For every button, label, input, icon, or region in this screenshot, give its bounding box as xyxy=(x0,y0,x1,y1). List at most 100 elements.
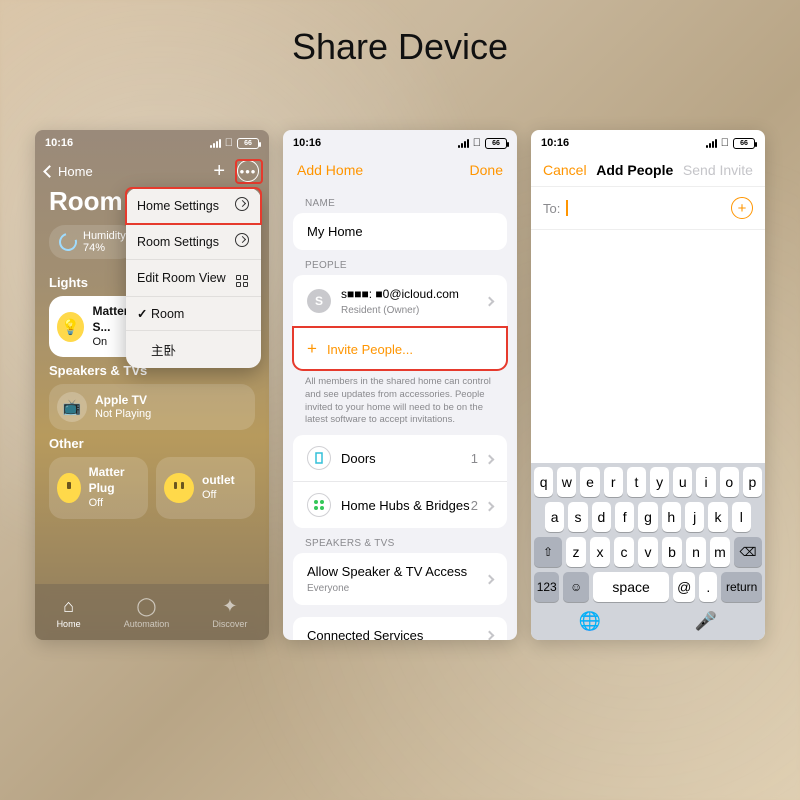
key-j[interactable]: j xyxy=(685,502,704,532)
wifi-icon: 􀙇 xyxy=(721,137,729,149)
space-key[interactable]: space xyxy=(593,572,669,602)
key-v[interactable]: v xyxy=(638,537,658,567)
add-contact-button[interactable]: + xyxy=(731,197,753,219)
status-time: 10:16 xyxy=(293,137,321,149)
key-e[interactable]: e xyxy=(580,467,599,497)
key-z[interactable]: z xyxy=(566,537,586,567)
delete-key[interactable]: ⌫ xyxy=(734,537,762,567)
key-o[interactable]: o xyxy=(720,467,739,497)
done-button[interactable]: Done xyxy=(470,162,503,178)
doors-row[interactable]: Doors 1 xyxy=(293,435,507,481)
battery-icon: 66 xyxy=(237,138,259,149)
menu-bedroom[interactable]: 主卧 xyxy=(126,331,261,368)
context-menu: Home Settings Room Settings Edit Room Vi… xyxy=(126,188,261,368)
key-g[interactable]: g xyxy=(638,502,657,532)
key-a[interactable]: a xyxy=(545,502,564,532)
menu-room-settings[interactable]: Room Settings xyxy=(126,224,261,260)
key-k[interactable]: k xyxy=(708,502,727,532)
chevron-right-icon xyxy=(485,454,495,464)
check-icon xyxy=(137,307,147,321)
key-x[interactable]: x xyxy=(590,537,610,567)
key-n[interactable]: n xyxy=(686,537,706,567)
status-bar: 10:16 􀙇 66 xyxy=(283,130,517,156)
tab-discover[interactable]: ✦Discover xyxy=(212,596,247,629)
plug-icon xyxy=(57,473,81,503)
phone-add-people: 10:16 􀙇 66 Cancel Add People Send Invite… xyxy=(531,130,765,640)
tab-home[interactable]: ⌂Home xyxy=(57,596,81,629)
chevron-right-icon xyxy=(485,501,495,511)
plus-icon: + xyxy=(307,339,317,359)
tab-bar: ⌂Home ◯Automation ✦Discover xyxy=(35,584,269,640)
key-m[interactable]: m xyxy=(710,537,730,567)
hubs-row[interactable]: Home Hubs & Bridges 2 xyxy=(293,481,507,528)
chevron-right-icon xyxy=(485,296,495,306)
chevron-left-icon xyxy=(45,164,56,179)
home-name-field[interactable]: My Home xyxy=(293,213,507,250)
plug-icon xyxy=(164,473,194,503)
to-field[interactable]: To: + xyxy=(531,187,765,230)
menu-room[interactable]: Room xyxy=(126,297,261,331)
key-w[interactable]: w xyxy=(557,467,576,497)
key-r[interactable]: r xyxy=(604,467,623,497)
signal-icon xyxy=(210,139,221,148)
highlight-more xyxy=(235,159,263,184)
connected-services-row[interactable]: Connected Services xyxy=(293,617,507,640)
key-h[interactable]: h xyxy=(662,502,681,532)
keyboard: qwertyuiop asdfghjkl ⇧ zxcvbnm ⌫ 123 ☺ s… xyxy=(531,463,765,640)
invite-people-row[interactable]: +Invite People... xyxy=(293,327,507,370)
back-button[interactable]: Home xyxy=(45,164,93,179)
key-t[interactable]: t xyxy=(627,467,646,497)
status-bar: 10:16 􀙇 66 xyxy=(531,130,765,156)
wifi-icon: 􀙇 xyxy=(473,137,481,149)
plug-tile-2[interactable]: outletOff xyxy=(156,457,255,518)
modal-title: Add People xyxy=(596,162,673,178)
status-time: 10:16 xyxy=(45,137,73,149)
key-c[interactable]: c xyxy=(614,537,634,567)
page-title: Share Device xyxy=(0,26,800,68)
plug-tile-1[interactable]: Matter PlugOff xyxy=(49,457,148,518)
key-d[interactable]: d xyxy=(592,502,611,532)
battery-icon: 66 xyxy=(733,138,755,149)
home-icon: ⌂ xyxy=(63,596,74,617)
send-invite-button[interactable]: Send Invite xyxy=(683,162,753,178)
dot-key[interactable]: . xyxy=(699,572,717,602)
status-time: 10:16 xyxy=(541,137,569,149)
return-key[interactable]: return xyxy=(721,572,762,602)
shift-key[interactable]: ⇧ xyxy=(534,537,562,567)
add-home-button[interactable]: Add Home xyxy=(297,162,363,178)
menu-edit-room-view[interactable]: Edit Room View xyxy=(126,260,261,297)
status-bar: 10:16 􀙇 66 xyxy=(35,130,269,156)
humidity-chip[interactable]: Humidity74% xyxy=(49,225,136,259)
add-button[interactable]: + xyxy=(213,161,225,181)
key-b[interactable]: b xyxy=(662,537,682,567)
key-y[interactable]: y xyxy=(650,467,669,497)
avatar: S xyxy=(307,289,331,313)
key-q[interactable]: q xyxy=(534,467,553,497)
numbers-key[interactable]: 123 xyxy=(534,572,559,602)
key-l[interactable]: l xyxy=(732,502,751,532)
hub-icon xyxy=(307,493,331,517)
at-key[interactable]: @ xyxy=(673,572,695,602)
chevron-circle-icon xyxy=(235,197,249,211)
bulb-icon: 💡 xyxy=(57,312,84,342)
mic-key[interactable]: 🎤 xyxy=(650,607,762,636)
chevron-right-icon xyxy=(485,574,495,584)
key-p[interactable]: p xyxy=(743,467,762,497)
globe-key[interactable]: 🌐 xyxy=(534,607,646,636)
menu-home-settings[interactable]: Home Settings xyxy=(126,188,261,224)
name-header: NAME xyxy=(283,188,517,213)
key-u[interactable]: u xyxy=(673,467,692,497)
cancel-button[interactable]: Cancel xyxy=(543,162,587,178)
to-label: To: xyxy=(543,201,560,216)
battery-icon: 66 xyxy=(485,138,507,149)
key-s[interactable]: s xyxy=(568,502,587,532)
appletv-tile[interactable]: 📺 Apple TVNot Playing xyxy=(49,384,255,430)
key-f[interactable]: f xyxy=(615,502,634,532)
phone-home-app: 10:16 􀙇 66 Home + ••• Room Humidity74% L… xyxy=(35,130,269,640)
owner-row[interactable]: S s■■■: ■0@icloud.comResident (Owner) xyxy=(293,275,507,327)
emoji-key[interactable]: ☺ xyxy=(563,572,588,602)
key-i[interactable]: i xyxy=(696,467,715,497)
speaker-access-row[interactable]: Allow Speaker & TV AccessEveryone xyxy=(293,553,507,605)
tab-automation[interactable]: ◯Automation xyxy=(124,596,170,629)
discover-icon: ✦ xyxy=(222,596,237,617)
